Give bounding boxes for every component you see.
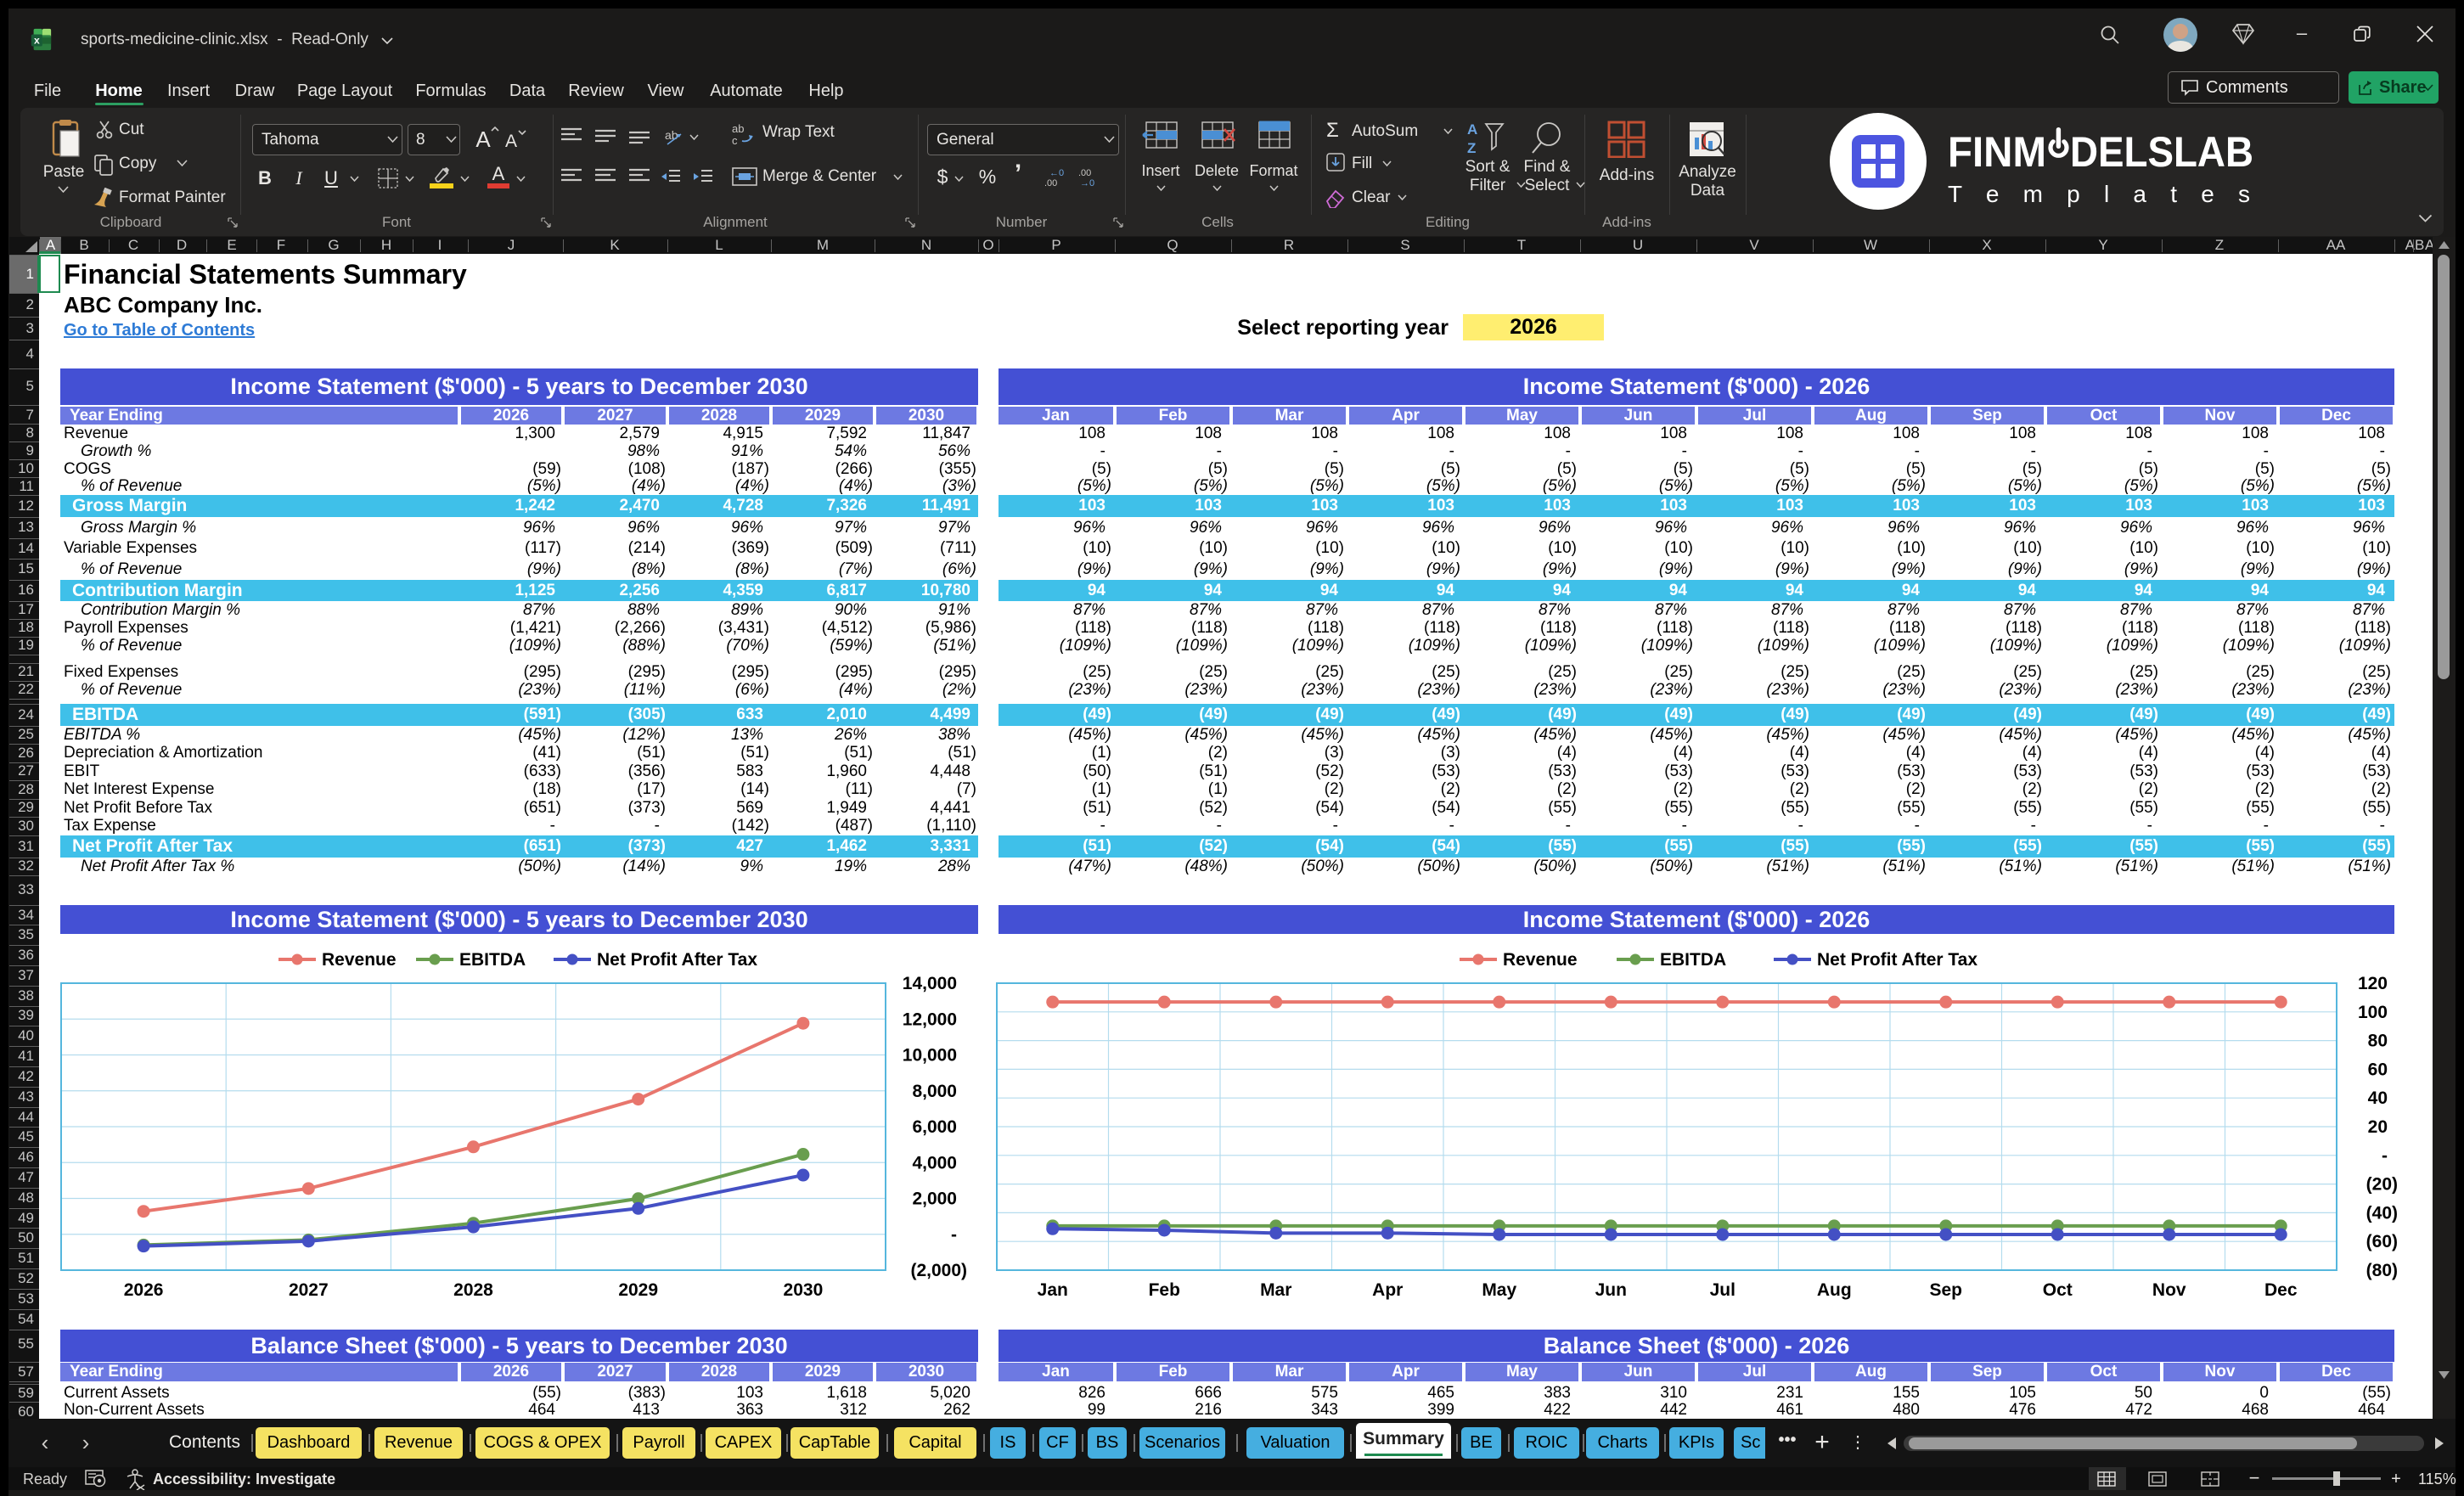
svg-text:→0: →0 bbox=[1080, 178, 1094, 188]
svg-text:2026: 2026 bbox=[124, 1280, 164, 1300]
svg-text:20: 20 bbox=[2368, 1117, 2388, 1137]
svg-text:Revenue: Revenue bbox=[1503, 950, 1578, 970]
svg-text:12,000: 12,000 bbox=[903, 1010, 957, 1029]
svg-text:ab: ab bbox=[665, 128, 678, 142]
svg-text:DELSLAB: DELSLAB bbox=[2070, 128, 2253, 176]
svg-text:Z: Z bbox=[1467, 140, 1476, 155]
svg-text:A: A bbox=[1467, 121, 1477, 138]
svg-text:EBITDA: EBITDA bbox=[1660, 950, 1726, 970]
svg-text:x: x bbox=[34, 35, 40, 47]
svg-text:2027: 2027 bbox=[289, 1280, 329, 1300]
svg-text:FINM: FINM bbox=[1948, 128, 2046, 176]
svg-text:8,000: 8,000 bbox=[912, 1082, 957, 1101]
svg-text:14,000: 14,000 bbox=[903, 974, 957, 993]
svg-text:Aug: Aug bbox=[1817, 1280, 1852, 1300]
svg-text:(2,000): (2,000) bbox=[910, 1261, 967, 1280]
svg-text:-: - bbox=[951, 1225, 957, 1245]
svg-text:Jan: Jan bbox=[1038, 1280, 1068, 1300]
svg-text:10,000: 10,000 bbox=[903, 1046, 957, 1066]
svg-text:.00: .00 bbox=[1078, 168, 1091, 178]
svg-text:2029: 2029 bbox=[618, 1280, 658, 1300]
svg-text:100: 100 bbox=[2358, 1003, 2388, 1022]
svg-text:Mar: Mar bbox=[1260, 1280, 1291, 1300]
svg-text:EBITDA: EBITDA bbox=[459, 950, 526, 970]
svg-text:(80): (80) bbox=[2366, 1261, 2398, 1280]
svg-text:6,000: 6,000 bbox=[912, 1117, 957, 1137]
svg-text:T e m p l a t e s: T e m p l a t e s bbox=[1948, 181, 2250, 207]
svg-text:Net Profit After Tax: Net Profit After Tax bbox=[1817, 950, 1977, 970]
svg-text:Feb: Feb bbox=[1149, 1280, 1180, 1300]
svg-text:2028: 2028 bbox=[453, 1280, 493, 1300]
svg-text:4,000: 4,000 bbox=[912, 1153, 957, 1173]
svg-text:(60): (60) bbox=[2366, 1232, 2398, 1251]
svg-text:c: c bbox=[732, 134, 738, 147]
svg-text:80: 80 bbox=[2368, 1032, 2388, 1051]
svg-text:Net Profit After Tax: Net Profit After Tax bbox=[597, 950, 757, 970]
svg-text:Jul: Jul bbox=[1710, 1280, 1735, 1300]
svg-text:40: 40 bbox=[2368, 1088, 2388, 1108]
svg-text:Sep: Sep bbox=[1929, 1280, 1962, 1300]
svg-text:2,000: 2,000 bbox=[912, 1189, 957, 1209]
svg-text:.00: .00 bbox=[1044, 178, 1057, 188]
svg-text:Revenue: Revenue bbox=[322, 950, 397, 970]
svg-text:-: - bbox=[2382, 1146, 2388, 1166]
svg-text:Jun: Jun bbox=[1595, 1280, 1627, 1300]
svg-text:Oct: Oct bbox=[2043, 1280, 2073, 1300]
svg-text:Apr: Apr bbox=[1372, 1280, 1403, 1300]
svg-text:←0: ←0 bbox=[1049, 168, 1064, 178]
svg-text:60: 60 bbox=[2368, 1060, 2388, 1079]
svg-text:Dec: Dec bbox=[2264, 1280, 2298, 1300]
svg-text:May: May bbox=[1482, 1280, 1516, 1300]
svg-text:ab: ab bbox=[732, 122, 744, 135]
svg-text:(40): (40) bbox=[2366, 1203, 2398, 1223]
svg-text:120: 120 bbox=[2358, 974, 2388, 993]
svg-text:Nov: Nov bbox=[2152, 1280, 2186, 1300]
svg-text:2030: 2030 bbox=[784, 1280, 824, 1300]
svg-text:(20): (20) bbox=[2366, 1175, 2398, 1195]
